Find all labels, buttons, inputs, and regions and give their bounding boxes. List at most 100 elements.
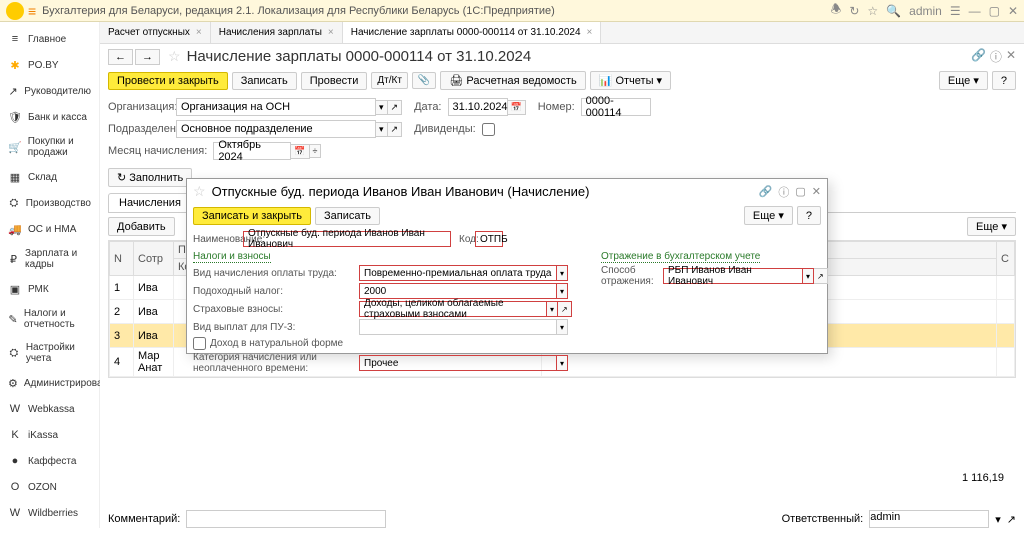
- month-picker[interactable]: 📅: [291, 144, 309, 159]
- post-close-button[interactable]: Провести и закрыть: [108, 72, 228, 90]
- minimize-icon[interactable]: —: [969, 4, 981, 18]
- org-open[interactable]: ↗: [388, 100, 403, 115]
- add-row-button[interactable]: Добавить: [108, 217, 175, 236]
- post-button[interactable]: Провести: [301, 72, 368, 90]
- natural-checkbox[interactable]: [193, 337, 206, 350]
- tab-2[interactable]: Начисление зарплаты 0000-000114 от 31.10…: [343, 22, 602, 43]
- org-dropdown[interactable]: ▾: [376, 100, 388, 115]
- modal-link-icon[interactable]: 🔗: [759, 185, 773, 198]
- modal-write-button[interactable]: Записать: [315, 207, 380, 225]
- modal-max-icon[interactable]: ▢: [795, 185, 805, 198]
- attach-button[interactable]: 📎: [412, 72, 436, 89]
- resp-input[interactable]: admin: [869, 510, 989, 528]
- tax-group-label: Налоги и взносы: [193, 251, 271, 263]
- sidebar-item-5[interactable]: ▦Склад: [0, 164, 99, 190]
- history-icon[interactable]: ↻: [849, 4, 859, 18]
- sidebar-item-4[interactable]: 🛒Покупки и продажи: [0, 130, 99, 164]
- favorite-icon[interactable]: ☆: [168, 48, 181, 65]
- sidebar-item-10[interactable]: ✎Налоги и отчетность: [0, 302, 99, 336]
- close-doc-icon[interactable]: ✕: [1006, 48, 1016, 65]
- sidebar-item-6[interactable]: ⛭Производство: [0, 190, 99, 216]
- write-button[interactable]: Записать: [232, 72, 297, 90]
- comment-input[interactable]: [186, 510, 386, 528]
- org-input[interactable]: Организация на ОСН: [176, 98, 376, 116]
- month-step[interactable]: ÷: [310, 144, 322, 158]
- hamburger-icon[interactable]: ≡: [28, 3, 36, 19]
- insurance-input[interactable]: Доходы, целиком облагаемые страховыми вз…: [359, 301, 547, 317]
- tab-1[interactable]: Начисления зарплаты×: [211, 22, 343, 43]
- tab-close-icon[interactable]: ×: [196, 27, 202, 38]
- reports-button[interactable]: 📊 Отчеты ▾: [590, 71, 671, 90]
- refl-open[interactable]: ↗: [814, 268, 828, 284]
- sidebar-item-17[interactable]: WWildberries: [0, 500, 99, 526]
- cat-input[interactable]: Прочее: [359, 355, 557, 371]
- incometax-input[interactable]: 2000: [359, 283, 557, 299]
- dept-input[interactable]: Основное подразделение: [176, 120, 376, 138]
- more-button[interactable]: Еще ▾: [939, 71, 988, 90]
- sidebar-item-7[interactable]: 🚚ОС и НМА: [0, 216, 99, 242]
- tab-close-icon[interactable]: ×: [328, 27, 334, 38]
- sidebar-icon: ⚙: [8, 376, 18, 390]
- search-icon[interactable]: 🔍: [886, 4, 901, 18]
- dt-kt-button[interactable]: Дт/Кт: [371, 72, 408, 89]
- div-checkbox[interactable]: [482, 123, 495, 136]
- sidebar-item-9[interactable]: ▣РМК: [0, 276, 99, 302]
- modal-close-icon[interactable]: ✕: [812, 185, 821, 198]
- sidebar-item-8[interactable]: ₽Зарплата и кадры: [0, 242, 99, 276]
- refl-input[interactable]: РБП Иванов Иван Иванович: [663, 268, 803, 284]
- name-input[interactable]: Отпускные буд. периода Иванов Иван Ивано…: [243, 231, 451, 247]
- dept-open[interactable]: ↗: [388, 122, 403, 137]
- resp-dropdown[interactable]: ▾: [995, 513, 1001, 526]
- subtab-0[interactable]: Начисления: [108, 193, 192, 212]
- modal-more-button[interactable]: Еще ▾: [744, 206, 793, 225]
- bell-icon[interactable]: 🕭: [831, 0, 842, 21]
- refl-dropdown[interactable]: ▾: [803, 268, 814, 284]
- cat-dropdown[interactable]: ▾: [557, 355, 568, 371]
- modal-help-button[interactable]: ?: [797, 206, 821, 225]
- sidebar-item-11[interactable]: ⛭Настройки учета: [0, 336, 99, 370]
- dept-dropdown[interactable]: ▾: [376, 122, 388, 137]
- sidebar-item-1[interactable]: ✱PO.BY: [0, 52, 99, 78]
- sidebar-item-14[interactable]: KiKassa: [0, 422, 99, 448]
- paytype-input[interactable]: Повременно-премиальная оплата труда: [359, 265, 557, 281]
- maximize-icon[interactable]: ▢: [989, 4, 1000, 18]
- tab-0[interactable]: Расчет отпускных×: [100, 22, 211, 43]
- insurance-open[interactable]: ↗: [558, 301, 572, 317]
- close-icon[interactable]: ✕: [1008, 4, 1018, 18]
- settings-icon[interactable]: ☰: [950, 4, 961, 18]
- sidebar-item-16[interactable]: OOZON: [0, 474, 99, 500]
- date-picker[interactable]: 📅: [508, 100, 526, 115]
- help-button[interactable]: ?: [992, 71, 1016, 90]
- view-icon[interactable]: ⓘ: [990, 48, 1002, 65]
- back-button[interactable]: ←: [108, 49, 133, 65]
- code-input[interactable]: ОТПБ: [475, 231, 503, 247]
- sidebar-item-0[interactable]: ≡Главное: [0, 26, 99, 52]
- tab-close-icon[interactable]: ×: [587, 27, 593, 38]
- date-input[interactable]: 31.10.2024: [448, 98, 508, 116]
- sidebar-item-12[interactable]: ⚙Администрирование: [0, 370, 99, 396]
- month-input[interactable]: Октябрь 2024: [213, 142, 291, 160]
- natural-label: Доход в натуральной форме: [210, 338, 343, 349]
- num-input[interactable]: 0000-000114: [581, 98, 651, 116]
- fill-button[interactable]: ↻ Заполнить: [108, 168, 192, 187]
- sidebar-item-3[interactable]: 🛡Банк и касса: [0, 104, 99, 130]
- sidebar-item-2[interactable]: ↗Руководителю: [0, 78, 99, 104]
- sidebar-item-13[interactable]: WWebkassa: [0, 396, 99, 422]
- sidebar-item-15[interactable]: ●Каффеста: [0, 448, 99, 474]
- insurance-dropdown[interactable]: ▾: [547, 301, 558, 317]
- link-icon[interactable]: 🔗: [971, 48, 986, 65]
- incometax-dropdown[interactable]: ▾: [557, 283, 568, 299]
- sidebar-icon: 🛒: [8, 140, 22, 154]
- forward-button[interactable]: →: [135, 49, 160, 65]
- modal-info-icon[interactable]: ⓘ: [778, 184, 789, 200]
- pu3-input[interactable]: [359, 319, 557, 335]
- payroll-button[interactable]: 🖨 Расчетная ведомость: [440, 71, 585, 90]
- resp-open[interactable]: ↗: [1007, 513, 1016, 526]
- modal-write-close-button[interactable]: Записать и закрыть: [193, 207, 311, 225]
- star-icon[interactable]: ☆: [867, 4, 878, 18]
- user-label[interactable]: admin: [909, 4, 942, 18]
- paytype-dropdown[interactable]: ▾: [557, 265, 568, 281]
- modal-favorite-icon[interactable]: ☆: [193, 183, 206, 200]
- grid-more-button[interactable]: Еще ▾: [967, 217, 1016, 236]
- pu3-dropdown[interactable]: ▾: [557, 319, 568, 335]
